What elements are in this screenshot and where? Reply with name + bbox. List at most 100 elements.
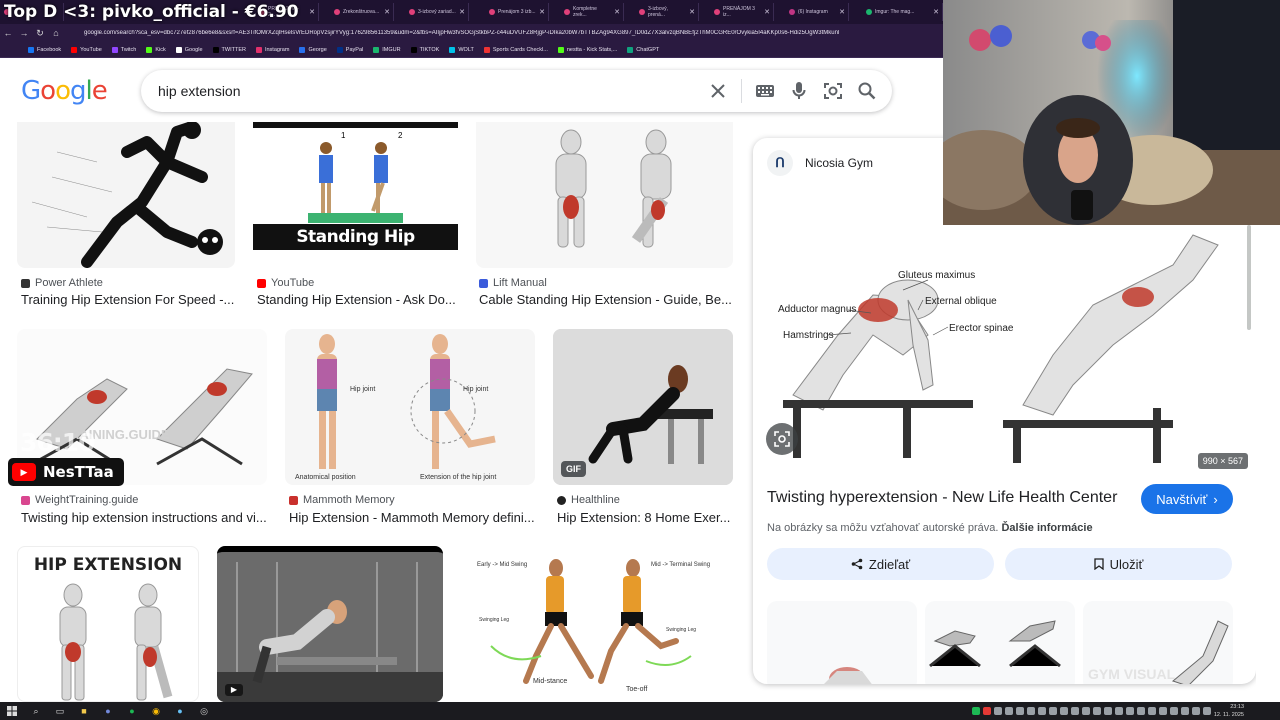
browser-tab[interactable]: (6) Instagram ✕ bbox=[785, 3, 849, 21]
tray-icon[interactable] bbox=[1038, 707, 1046, 715]
search-box[interactable]: hip extension bbox=[141, 70, 892, 112]
result-source[interactable]: Healthline bbox=[557, 494, 620, 506]
tray-icon[interactable] bbox=[983, 707, 991, 715]
tray-icon[interactable] bbox=[1049, 707, 1057, 715]
share-button[interactable]: Zdieľať bbox=[767, 548, 994, 580]
bookmark-item[interactable]: Kick bbox=[146, 46, 166, 53]
result-title[interactable]: Hip Extension: 8 Home Exer... bbox=[557, 510, 730, 525]
keyboard-icon[interactable] bbox=[748, 74, 782, 108]
result-title[interactable]: Standing Hip Extension - Ask Do... bbox=[257, 292, 456, 307]
bookmark-item[interactable]: ChatGPT bbox=[627, 46, 659, 53]
reload-icon[interactable]: ↻ bbox=[32, 28, 48, 39]
windows-start-icon[interactable] bbox=[0, 702, 24, 720]
tray-icon[interactable] bbox=[972, 707, 980, 715]
result-thumbnail[interactable]: GIF bbox=[553, 329, 733, 485]
tray-icon[interactable] bbox=[994, 707, 1002, 715]
system-clock[interactable]: 23:13 12. 11. 2025 bbox=[1214, 703, 1244, 719]
tray-icon[interactable] bbox=[1137, 707, 1145, 715]
related-image[interactable] bbox=[925, 601, 1075, 684]
browser-tab[interactable]: Imgur: The mag... ✕ bbox=[862, 3, 943, 21]
tray-icon[interactable] bbox=[1192, 707, 1200, 715]
bookmark-item[interactable]: Sports Cards Checkl... bbox=[483, 46, 548, 53]
tray-icon[interactable] bbox=[1082, 707, 1090, 715]
bookmark-item[interactable]: TWITTER bbox=[212, 46, 246, 53]
steam-icon[interactable]: ● bbox=[168, 702, 192, 720]
tray-icon[interactable] bbox=[1104, 707, 1112, 715]
bookmark-item[interactable]: Google bbox=[175, 46, 203, 53]
bookmark-item[interactable]: nestta - Kick Stats,... bbox=[557, 46, 617, 53]
panel-title[interactable]: Twisting hyperextension - New Life Healt… bbox=[767, 489, 1117, 507]
save-button[interactable]: Uložiť bbox=[1005, 548, 1232, 580]
tray-icon[interactable] bbox=[1071, 707, 1079, 715]
forward-icon[interactable]: → bbox=[16, 28, 32, 38]
bookmark-item[interactable]: Twitch bbox=[111, 46, 136, 53]
back-icon[interactable]: ← bbox=[0, 28, 16, 38]
bookmark-item[interactable]: TIKTOK bbox=[410, 46, 439, 53]
tray-icon[interactable] bbox=[1159, 707, 1167, 715]
task-view-icon[interactable]: ▭ bbox=[48, 702, 72, 720]
discord-icon[interactable]: ● bbox=[96, 702, 120, 720]
result-title[interactable]: Training Hip Extension For Speed -... bbox=[21, 292, 234, 307]
panel-scrollbar[interactable] bbox=[1247, 225, 1251, 330]
result-thumbnail[interactable] bbox=[17, 122, 235, 268]
home-icon[interactable]: ⌂ bbox=[48, 28, 64, 38]
tray-icon[interactable] bbox=[1203, 707, 1211, 715]
spotify-icon[interactable]: ● bbox=[120, 702, 144, 720]
result-thumbnail[interactable] bbox=[476, 122, 733, 268]
google-lens-icon[interactable] bbox=[766, 423, 798, 455]
result-source[interactable]: YouTube bbox=[257, 277, 314, 289]
browser-tab[interactable]: Zrekonštruova... ✕ bbox=[330, 3, 394, 21]
bookmark-item[interactable]: WOLT bbox=[449, 46, 474, 53]
bookmark-item[interactable]: Facebook bbox=[28, 46, 61, 53]
bookmark-item[interactable]: PayPal bbox=[336, 46, 363, 53]
result-thumbnail[interactable]: ▶ bbox=[217, 546, 443, 702]
browser-tab[interactable]: 3-izbový zariad... ✕ bbox=[405, 3, 469, 21]
result-source[interactable]: WeightTraining.guide bbox=[21, 494, 138, 506]
related-image[interactable]: GYM VISUAL bbox=[1083, 601, 1233, 684]
tray-icon[interactable] bbox=[1093, 707, 1101, 715]
clear-icon[interactable] bbox=[701, 74, 735, 108]
tray-icon[interactable] bbox=[1060, 707, 1068, 715]
file-explorer-icon[interactable]: ■ bbox=[72, 702, 96, 720]
result-source[interactable]: Lift Manual bbox=[479, 277, 547, 289]
visit-button[interactable]: Navštíviť › bbox=[1141, 484, 1233, 514]
result-thumbnail[interactable]: 1 2 Standing Hip Extension bbox=[253, 122, 458, 268]
tray-icon[interactable] bbox=[1181, 707, 1189, 715]
url-field[interactable]: google.com/search?sca_esv=dbc727ef2876be… bbox=[84, 30, 904, 36]
result-title[interactable]: Twisting hip extension instructions and … bbox=[21, 510, 267, 525]
result-title[interactable]: Hip Extension - Mammoth Memory defini... bbox=[289, 510, 535, 525]
related-image[interactable] bbox=[767, 601, 917, 684]
bookmark-item[interactable]: IMGUR bbox=[373, 46, 401, 53]
microphone-icon[interactable] bbox=[782, 74, 816, 108]
tray-icon[interactable] bbox=[1027, 707, 1035, 715]
result-title[interactable]: Cable Standing Hip Extension - Guide, Be… bbox=[479, 292, 732, 307]
chrome-icon[interactable]: ◉ bbox=[144, 702, 168, 720]
camera-lens-icon[interactable] bbox=[816, 74, 850, 108]
tray-icon[interactable] bbox=[1016, 707, 1024, 715]
bookmark-item[interactable]: Instagram bbox=[255, 46, 289, 53]
browser-tab[interactable]: Prenájom 3 izb... ✕ bbox=[485, 3, 549, 21]
tray-icon[interactable] bbox=[1148, 707, 1156, 715]
browser-tab[interactable]: PRENÁJOM 3 iz... ✕ bbox=[710, 3, 774, 21]
tray-icon[interactable] bbox=[1126, 707, 1134, 715]
panel-source[interactable]: Ո Nicosia Gym bbox=[767, 150, 873, 176]
result-source[interactable]: Power Athlete bbox=[21, 277, 103, 289]
browser-tab[interactable]: 3-izbový, prená... ✕ bbox=[635, 3, 699, 21]
search-icon[interactable]: ⌕ bbox=[24, 702, 48, 720]
tray-icon[interactable] bbox=[1115, 707, 1123, 715]
result-thumbnail[interactable]: HIP EXTENSION bbox=[17, 546, 199, 702]
tray-icon[interactable] bbox=[1005, 707, 1013, 715]
search-input[interactable]: hip extension bbox=[158, 83, 701, 99]
result-source[interactable]: Mammoth Memory bbox=[289, 494, 395, 506]
tray-icon[interactable] bbox=[1170, 707, 1178, 715]
bookmark-item[interactable]: YouTube bbox=[71, 46, 102, 53]
bookmark-item[interactable]: George bbox=[299, 46, 327, 53]
google-logo[interactable]: Google bbox=[21, 76, 108, 106]
result-thumbnail[interactable]: Hip joint Hip joint Anatomical position … bbox=[285, 329, 535, 485]
search-icon[interactable] bbox=[850, 74, 884, 108]
result-thumbnail[interactable]: Early -> Mid Swing Mid -> Terminal Swing… bbox=[461, 546, 733, 702]
obs-icon[interactable]: ◎ bbox=[192, 702, 216, 720]
preview-image[interactable]: Gluteus maximus Adductor magnus External… bbox=[753, 225, 1256, 470]
more-info-link[interactable]: Ďalšie informácie bbox=[1001, 522, 1092, 534]
browser-tab[interactable]: Kompletne zrek... ✕ bbox=[560, 3, 624, 21]
